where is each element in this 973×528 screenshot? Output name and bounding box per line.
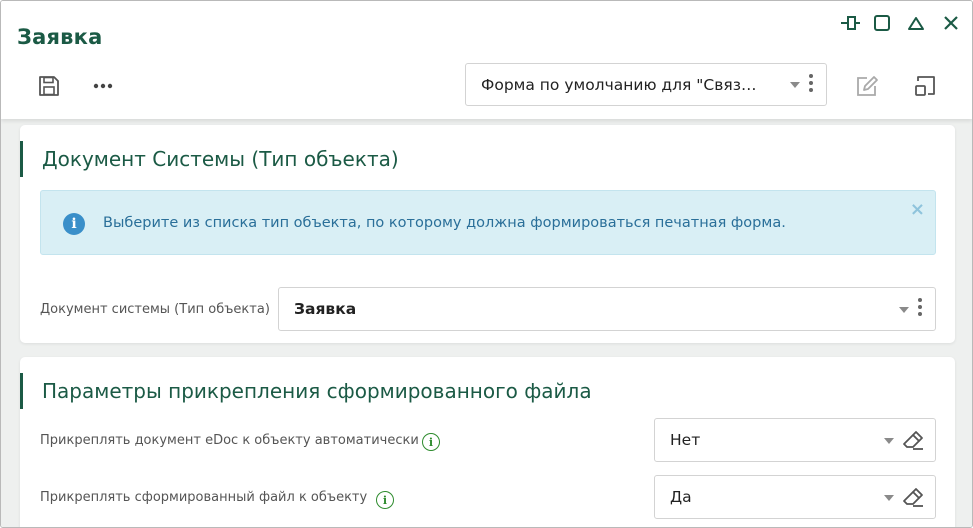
section-title: Параметры прикрепления сформированного ф… bbox=[42, 379, 592, 403]
attach-file-value: Да bbox=[670, 488, 692, 506]
document-type-select[interactable]: Заявка bbox=[278, 287, 936, 331]
window: Заявка Форма по умолчанию для "Связ… Док… bbox=[0, 0, 973, 528]
auto-attach-edoc-select[interactable]: Нет bbox=[654, 418, 936, 462]
window-header: Заявка Форма по умолчанию для "Связ… bbox=[1, 1, 972, 119]
chevron-down-icon[interactable] bbox=[884, 438, 894, 444]
form-content: Документ Системы (Тип объекта) i Выберит… bbox=[1, 119, 972, 527]
info-icon: i bbox=[63, 213, 85, 235]
chevron-down-icon[interactable] bbox=[899, 307, 909, 313]
info-icon[interactable]: i bbox=[422, 433, 440, 451]
info-icon[interactable]: i bbox=[376, 491, 394, 509]
edit-icon[interactable] bbox=[853, 71, 883, 101]
auto-attach-edoc-value: Нет bbox=[670, 431, 701, 449]
eraser-icon[interactable] bbox=[901, 428, 925, 452]
pin-icon[interactable] bbox=[839, 11, 863, 35]
attach-file-label: Прикреплять сформированный файл к объект… bbox=[40, 490, 368, 505]
section-document-type: Документ Системы (Тип объекта) i Выберит… bbox=[20, 125, 955, 343]
form-select[interactable]: Форма по умолчанию для "Связ… bbox=[465, 63, 827, 106]
auto-attach-edoc-label: Прикреплять документ eDoc к объекту авто… bbox=[40, 433, 419, 448]
form-select-value: Форма по умолчанию для "Связ… bbox=[481, 76, 757, 94]
document-type-label: Документ системы (Тип объекта) bbox=[40, 302, 270, 317]
alert-text: Выберите из списка тип объекта, по котор… bbox=[103, 215, 786, 231]
chevron-down-icon[interactable] bbox=[790, 82, 800, 88]
section-attachment-params: Параметры прикрепления сформированного ф… bbox=[20, 357, 955, 527]
save-icon[interactable] bbox=[34, 71, 64, 101]
section-accent-bar bbox=[20, 373, 23, 409]
close-icon[interactable] bbox=[939, 11, 963, 35]
section-title: Документ Системы (Тип объекта) bbox=[42, 147, 399, 171]
options-icon[interactable] bbox=[809, 74, 813, 95]
document-type-value: Заявка bbox=[294, 300, 357, 318]
collapse-icon[interactable] bbox=[904, 11, 928, 35]
chevron-down-icon[interactable] bbox=[884, 495, 894, 501]
restore-icon[interactable] bbox=[910, 71, 940, 101]
eraser-icon[interactable] bbox=[901, 485, 925, 509]
more-icon[interactable] bbox=[88, 71, 118, 101]
close-icon[interactable]: × bbox=[910, 199, 925, 220]
maximize-icon[interactable] bbox=[870, 11, 894, 35]
section-accent-bar bbox=[20, 141, 23, 177]
attach-file-select[interactable]: Да bbox=[654, 475, 936, 519]
info-alert: i Выберите из списка тип объекта, по кот… bbox=[40, 190, 936, 255]
window-title: Заявка bbox=[17, 25, 103, 49]
options-icon[interactable] bbox=[918, 298, 922, 319]
